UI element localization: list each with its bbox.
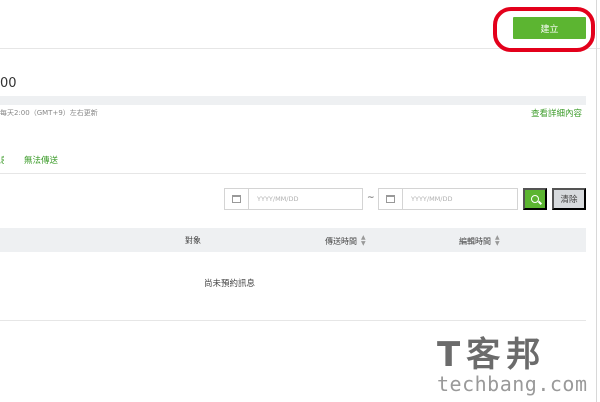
sort-icon: ▲ ▼: [361, 234, 366, 247]
tabs-divider: [0, 173, 586, 174]
end-date-field[interactable]: [403, 194, 493, 204]
tab-messages-label: 息: [0, 156, 4, 166]
column-target-label: 對象: [185, 236, 201, 245]
table-bottom-divider: [0, 320, 586, 321]
column-send-time-label: 傳送時間: [325, 236, 357, 246]
search-button[interactable]: [523, 188, 547, 210]
calendar-icon: [386, 195, 395, 203]
end-date-input[interactable]: [378, 188, 518, 210]
column-edit-time[interactable]: 編輯時間 ▲ ▼: [459, 235, 500, 247]
update-info-text: 每天2:00（GMT+9）左右更新: [0, 109, 98, 117]
sort-icon: ▲ ▼: [495, 234, 500, 247]
column-target: 對象: [185, 235, 201, 246]
end-calendar-button[interactable]: [379, 189, 403, 209]
start-date-field[interactable]: [249, 194, 339, 204]
watermark-site: techbang.com: [437, 372, 588, 396]
empty-message: 尚未預約訊息: [204, 279, 256, 289]
start-date-input[interactable]: [224, 188, 363, 210]
watermark: T客邦 techbang.com: [437, 337, 599, 397]
date-separator: ~: [367, 193, 375, 203]
search-icon: [531, 195, 539, 203]
start-calendar-button[interactable]: [225, 189, 249, 209]
calendar-icon: [232, 195, 241, 203]
summary-bar: [0, 96, 586, 105]
tab-failed-label: 無法傳送: [24, 156, 59, 166]
watermark-logo: T客邦: [437, 335, 547, 375]
tab-messages[interactable]: 息: [0, 154, 4, 166]
tab-failed[interactable]: 無法傳送: [24, 154, 58, 166]
clear-button[interactable]: 清除: [552, 188, 586, 210]
column-send-time[interactable]: 傳送時間 ▲ ▼: [325, 235, 366, 247]
page-heading: 00: [0, 76, 17, 91]
view-details-link[interactable]: 查看詳細內容: [531, 107, 582, 119]
highlight-annotation: [493, 7, 595, 52]
column-edit-time-label: 編輯時間: [459, 236, 491, 246]
